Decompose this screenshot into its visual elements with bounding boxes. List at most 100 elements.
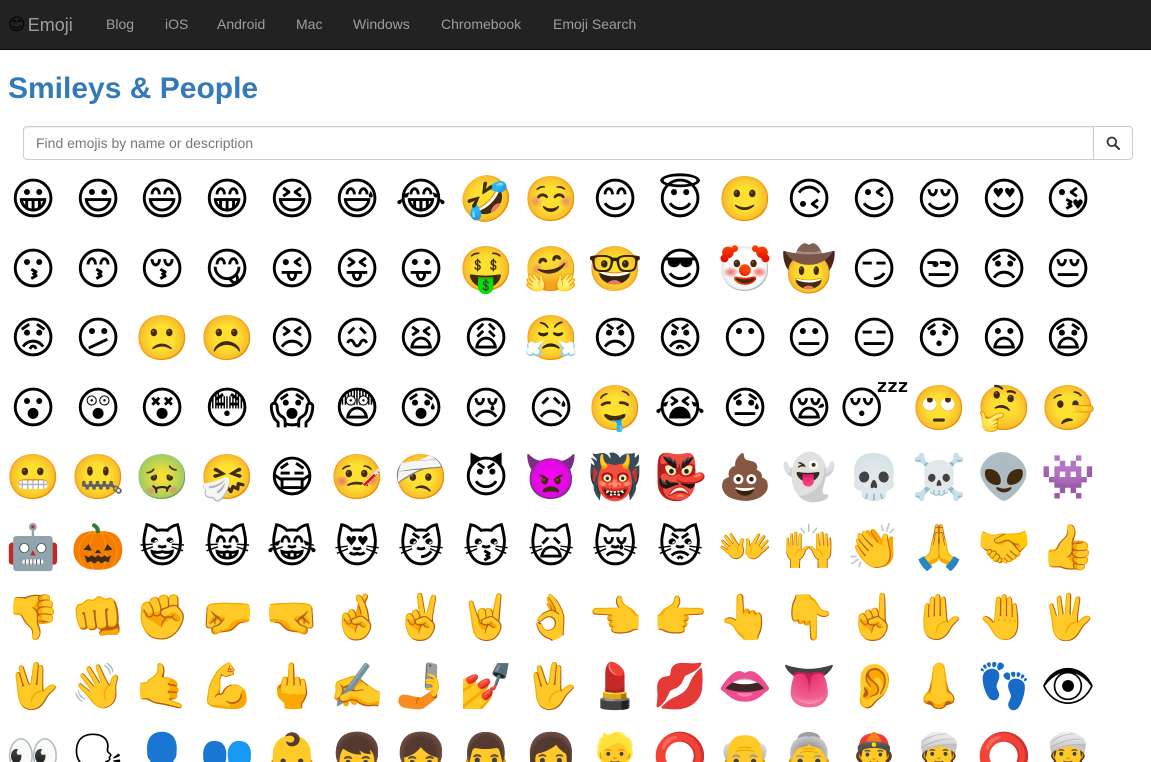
emoji-cell[interactable]: 😄 bbox=[130, 168, 194, 232]
emoji-cell[interactable]: 👋 bbox=[66, 655, 130, 719]
emoji-cell[interactable]: 🙃 bbox=[777, 168, 841, 232]
emoji-cell[interactable]: 💋 bbox=[648, 655, 712, 719]
emoji-cell[interactable]: 😟 bbox=[1, 307, 65, 371]
brand-link[interactable]: 😊 Emoji bbox=[8, 13, 73, 37]
emoji-cell[interactable]: 👄 bbox=[713, 655, 777, 719]
emoji-cell[interactable]: 👀 bbox=[1, 725, 65, 762]
emoji-cell[interactable]: ☝️ bbox=[842, 586, 906, 650]
nav-link-blog[interactable]: Blog bbox=[106, 15, 134, 33]
emoji-cell[interactable]: 😋 bbox=[195, 238, 259, 302]
emoji-cell[interactable]: 😰 bbox=[389, 377, 453, 441]
emoji-cell[interactable]: 🤘 bbox=[454, 586, 518, 650]
emoji-cell[interactable]: 😹 bbox=[260, 516, 324, 580]
emoji-cell[interactable]: 😞 bbox=[972, 238, 1036, 302]
emoji-cell[interactable]: 😡 bbox=[648, 307, 712, 371]
emoji-cell[interactable]: 🙂 bbox=[713, 168, 777, 232]
emoji-cell[interactable]: 😌 bbox=[907, 168, 971, 232]
emoji-cell[interactable]: 😍 bbox=[972, 168, 1036, 232]
emoji-cell[interactable]: 😇 bbox=[648, 168, 712, 232]
emoji-cell[interactable]: 😂 bbox=[389, 168, 453, 232]
emoji-cell[interactable]: 😥 bbox=[519, 377, 583, 441]
emoji-cell[interactable]: 😯 bbox=[907, 307, 971, 371]
emoji-cell[interactable]: 💪 bbox=[195, 655, 259, 719]
emoji-cell[interactable]: 👏 bbox=[842, 516, 906, 580]
emoji-cell[interactable]: 😙 bbox=[66, 238, 130, 302]
emoji-cell[interactable]: 😪 bbox=[777, 377, 841, 441]
emoji-cell[interactable]: 😽 bbox=[454, 516, 518, 580]
emoji-cell[interactable]: 🤗 bbox=[519, 238, 583, 302]
emoji-cell[interactable]: 🙌 bbox=[777, 516, 841, 580]
emoji-cell[interactable]: 👍 bbox=[1036, 516, 1100, 580]
emoji-cell[interactable]: 👺 bbox=[648, 446, 712, 510]
emoji-cell[interactable]: 😨 bbox=[325, 377, 389, 441]
emoji-cell[interactable]: 🙁 bbox=[130, 307, 194, 371]
emoji-cell[interactable]: 👲 bbox=[842, 725, 906, 762]
nav-link-chromebook[interactable]: Chromebook bbox=[441, 15, 521, 33]
emoji-cell[interactable]: 😕 bbox=[66, 307, 130, 371]
emoji-cell[interactable]: 😩 bbox=[454, 307, 518, 371]
emoji-cell[interactable]: 🖖 bbox=[1, 655, 65, 719]
emoji-cell[interactable]: 😁 bbox=[195, 168, 259, 232]
emoji-cell[interactable]: 👧 bbox=[389, 725, 453, 762]
emoji-cell[interactable]: 👹 bbox=[583, 446, 647, 510]
emoji-cell[interactable]: 🙀 bbox=[519, 516, 583, 580]
emoji-cell[interactable]: ⭕ bbox=[648, 725, 712, 762]
emoji-cell[interactable]: 🤝 bbox=[972, 516, 1036, 580]
emoji-cell[interactable]: 😃 bbox=[66, 168, 130, 232]
emoji-cell[interactable]: ✋ bbox=[907, 586, 971, 650]
emoji-cell[interactable]: 😒 bbox=[907, 238, 971, 302]
emoji-cell[interactable]: 👳 bbox=[907, 725, 971, 762]
emoji-cell[interactable]: 🤛 bbox=[195, 586, 259, 650]
emoji-cell[interactable]: 👤 bbox=[130, 725, 194, 762]
emoji-cell[interactable]: 👾 bbox=[1036, 446, 1100, 510]
emoji-cell[interactable]: ☹️ bbox=[195, 307, 259, 371]
nav-link-ios[interactable]: iOS bbox=[165, 15, 188, 33]
emoji-cell[interactable]: 😀 bbox=[1, 168, 65, 232]
emoji-cell[interactable]: ✊ bbox=[130, 586, 194, 650]
emoji-cell[interactable]: 😼 bbox=[389, 516, 453, 580]
emoji-cell[interactable]: 😷 bbox=[260, 446, 324, 510]
emoji-cell[interactable]: 👩 bbox=[519, 725, 583, 762]
emoji-cell[interactable]: 🖖 bbox=[519, 655, 583, 719]
emoji-cell[interactable]: 👣 bbox=[972, 655, 1036, 719]
emoji-cell[interactable]: 😺 bbox=[130, 516, 194, 580]
emoji-cell[interactable]: 🤳 bbox=[389, 655, 453, 719]
emoji-cell[interactable]: 😊 bbox=[583, 168, 647, 232]
emoji-cell[interactable]: ✌️ bbox=[389, 586, 453, 650]
emoji-cell[interactable]: 👅 bbox=[777, 655, 841, 719]
emoji-cell[interactable]: 🙏 bbox=[907, 516, 971, 580]
emoji-cell[interactable]: 🤓 bbox=[583, 238, 647, 302]
emoji-cell[interactable]: ✍️ bbox=[325, 655, 389, 719]
emoji-cell[interactable]: 👿 bbox=[519, 446, 583, 510]
emoji-cell[interactable]: 😎 bbox=[648, 238, 712, 302]
emoji-cell[interactable]: 😲 bbox=[66, 377, 130, 441]
emoji-cell[interactable]: 👳 bbox=[1036, 725, 1100, 762]
emoji-cell[interactable]: 😧 bbox=[1036, 307, 1100, 371]
emoji-cell[interactable]: 🙄 bbox=[907, 377, 971, 441]
emoji-cell[interactable]: 👎 bbox=[1, 586, 65, 650]
emoji-cell[interactable]: 😓 bbox=[713, 377, 777, 441]
emoji-cell[interactable]: 👥 bbox=[195, 725, 259, 762]
emoji-cell[interactable]: 💄 bbox=[583, 655, 647, 719]
emoji-cell[interactable]: 👆 bbox=[713, 586, 777, 650]
nav-link-mac[interactable]: Mac bbox=[296, 15, 322, 33]
emoji-cell[interactable]: 😉 bbox=[842, 168, 906, 232]
emoji-cell[interactable]: 😗 bbox=[1, 238, 65, 302]
emoji-cell[interactable]: 💀 bbox=[842, 446, 906, 510]
emoji-cell[interactable]: 🤔 bbox=[972, 377, 1036, 441]
emoji-cell[interactable]: ☺️ bbox=[519, 168, 583, 232]
emoji-cell[interactable]: 😠 bbox=[583, 307, 647, 371]
nav-link-android[interactable]: Android bbox=[217, 15, 265, 33]
emoji-cell[interactable]: 😵 bbox=[130, 377, 194, 441]
emoji-cell[interactable]: 😖 bbox=[325, 307, 389, 371]
emoji-cell[interactable]: 🤐 bbox=[66, 446, 130, 510]
emoji-cell[interactable]: 🖕 bbox=[260, 655, 324, 719]
emoji-cell[interactable]: 👁 bbox=[1036, 655, 1100, 719]
emoji-cell[interactable]: 👌 bbox=[519, 586, 583, 650]
emoji-cell[interactable]: 😈 bbox=[454, 446, 518, 510]
emoji-cell[interactable]: 🤜 bbox=[260, 586, 324, 650]
emoji-cell[interactable]: 😏 bbox=[842, 238, 906, 302]
emoji-cell[interactable]: 👃 bbox=[907, 655, 971, 719]
emoji-cell[interactable]: 💅 bbox=[454, 655, 518, 719]
emoji-cell[interactable]: 😾 bbox=[648, 516, 712, 580]
